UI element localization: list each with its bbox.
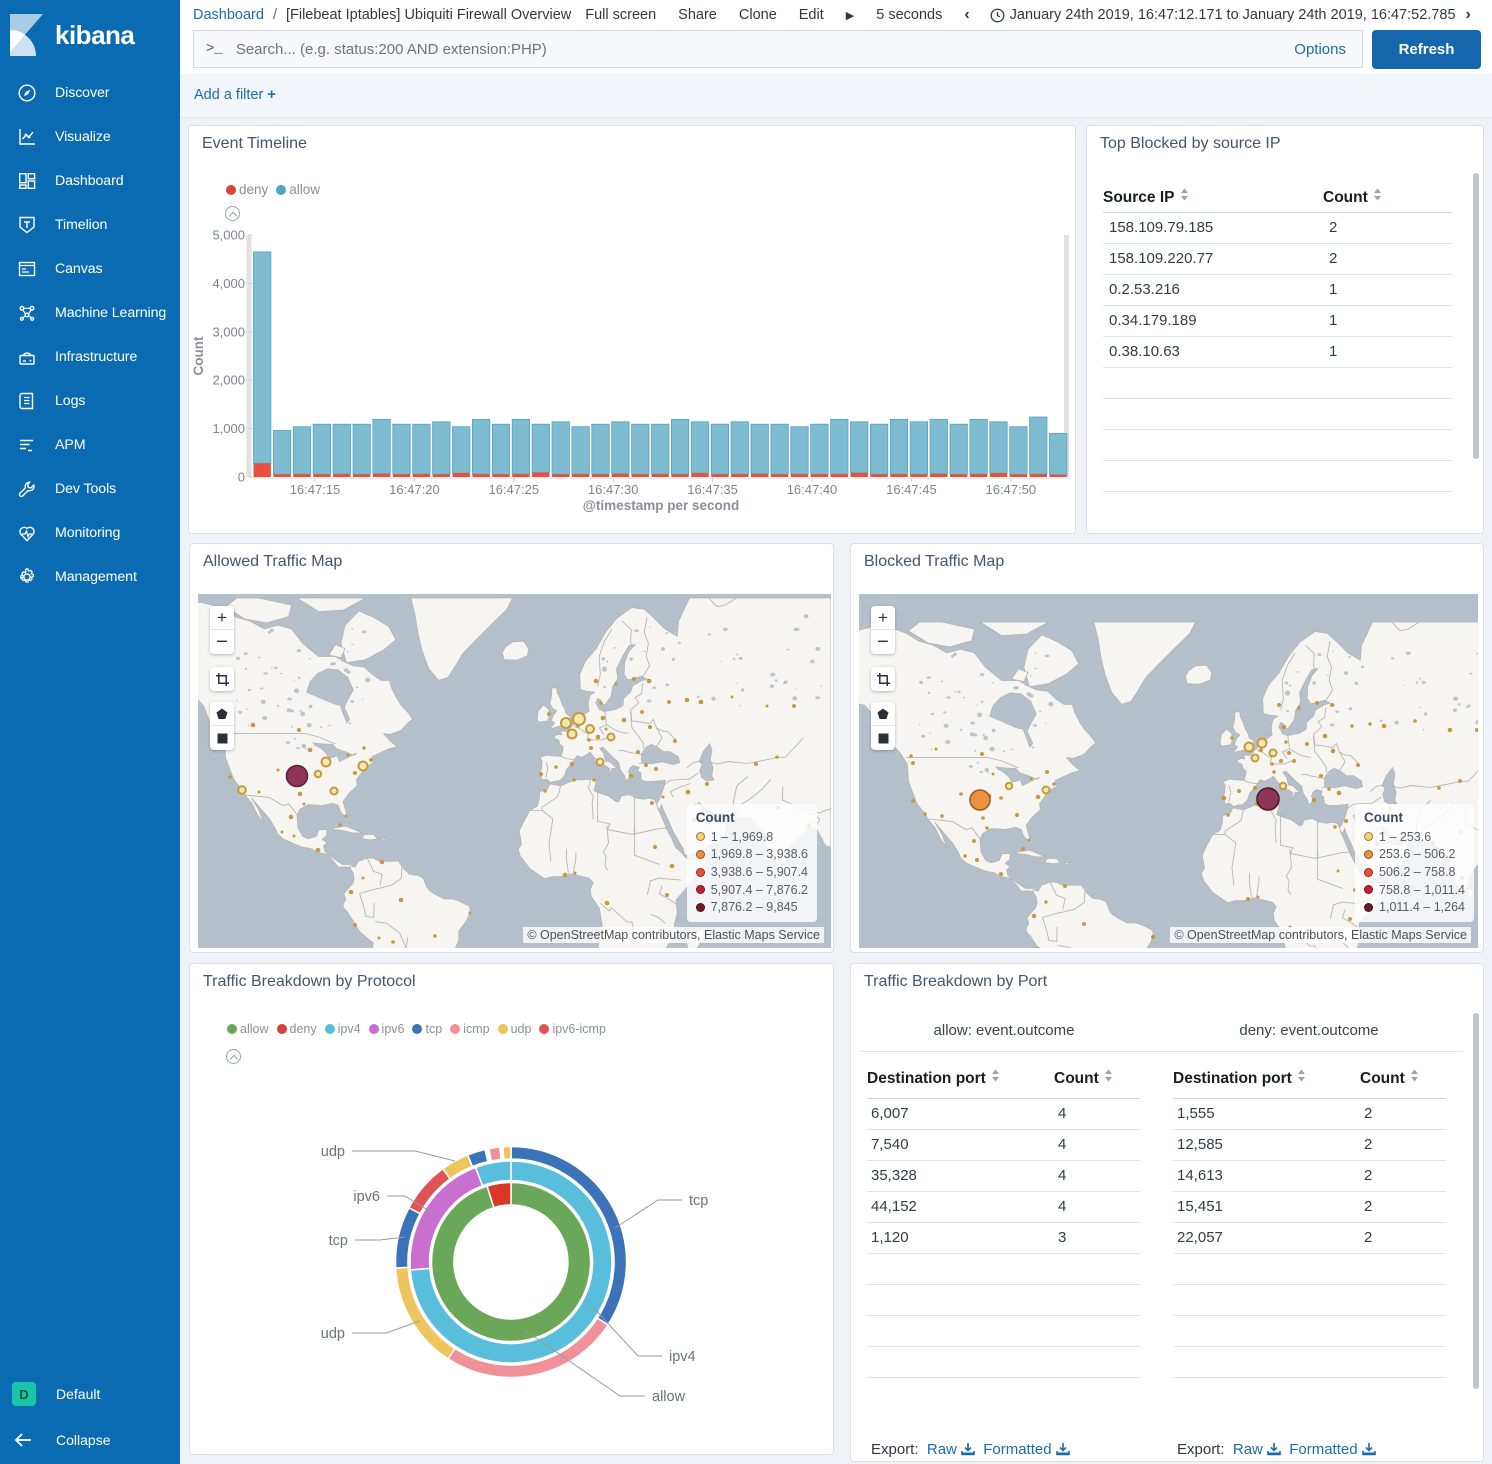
svg-text:1,000: 1,000 <box>212 421 245 436</box>
svg-text:tcp: tcp <box>689 1193 708 1209</box>
svg-text:3,000: 3,000 <box>212 324 245 339</box>
svg-text:0: 0 <box>238 470 245 485</box>
svg-text:16:47:30: 16:47:30 <box>588 482 639 497</box>
svg-text:@timestamp per second: @timestamp per second <box>583 498 739 513</box>
svg-text:udp: udp <box>321 1144 345 1160</box>
svg-text:16:47:40: 16:47:40 <box>787 482 838 497</box>
svg-text:4,000: 4,000 <box>212 276 245 291</box>
svg-text:16:47:20: 16:47:20 <box>389 482 440 497</box>
svg-text:udp: udp <box>321 1326 345 1342</box>
svg-text:16:47:15: 16:47:15 <box>290 482 341 497</box>
svg-text:tcp: tcp <box>329 1233 348 1249</box>
svg-text:ipv4: ipv4 <box>669 1349 696 1365</box>
svg-text:ipv6: ipv6 <box>353 1189 380 1205</box>
svg-text:5,000: 5,000 <box>212 228 245 243</box>
svg-text:2,000: 2,000 <box>212 373 245 388</box>
svg-text:16:47:25: 16:47:25 <box>488 482 539 497</box>
svg-text:allow: allow <box>652 1389 686 1405</box>
svg-text:Count: Count <box>191 336 206 375</box>
svg-text:16:47:35: 16:47:35 <box>687 482 738 497</box>
svg-text:16:47:45: 16:47:45 <box>886 482 937 497</box>
svg-text:16:47:50: 16:47:50 <box>985 482 1036 497</box>
